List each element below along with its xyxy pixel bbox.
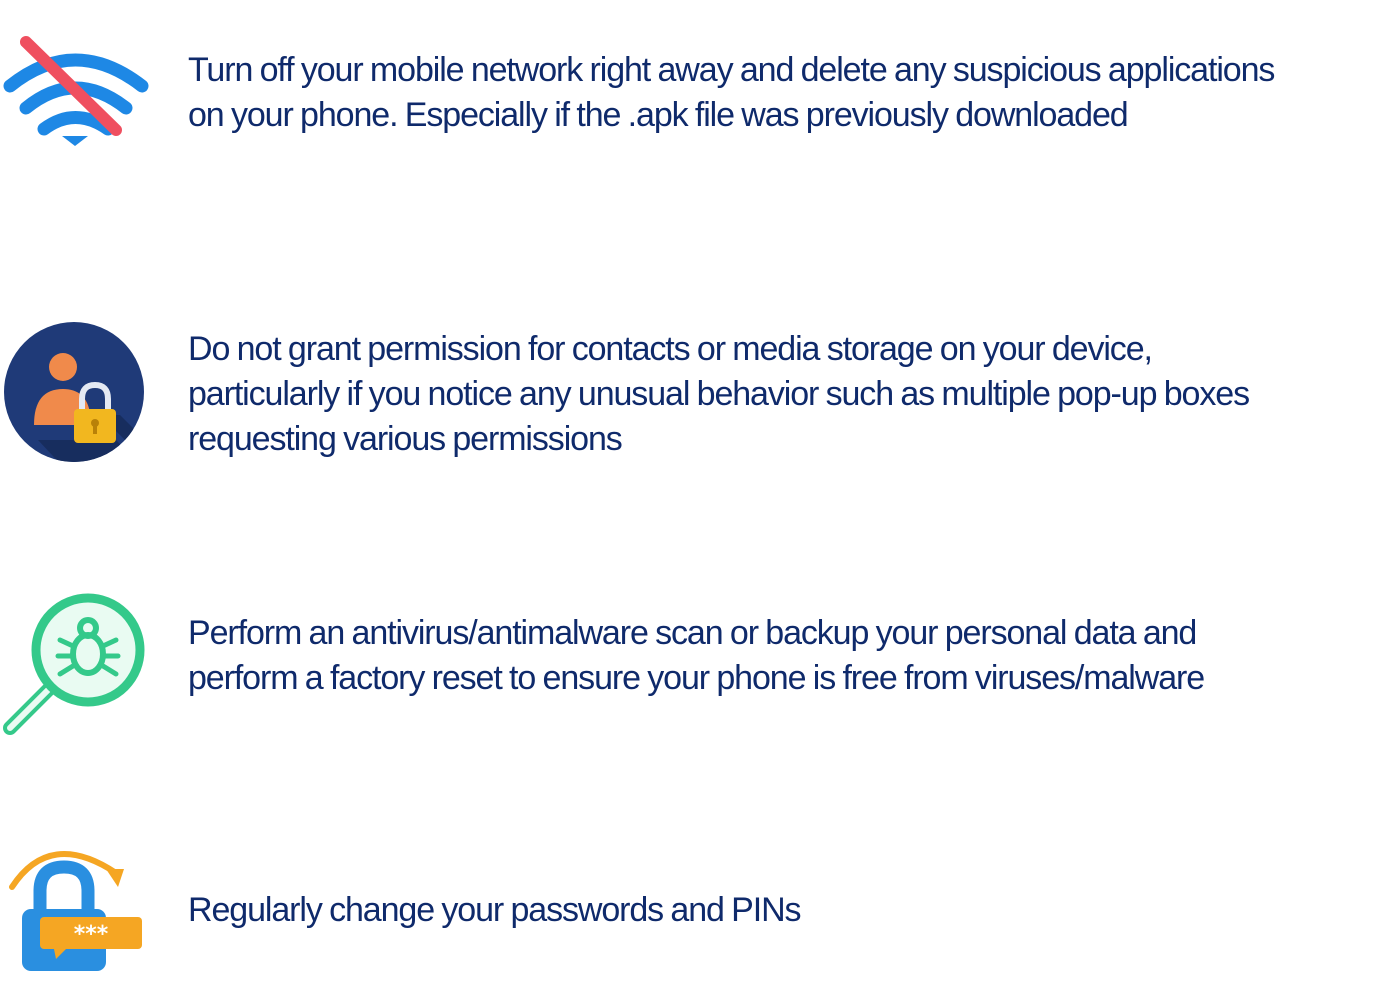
tip-line: Turn off your mobile network right away … — [188, 51, 1275, 89]
tip-text: Turn off your mobile network right away … — [188, 48, 1378, 138]
password-lock-icon: *** — [0, 835, 150, 985]
tip-line: Regularly change your passwords and PINs — [188, 891, 802, 929]
bug-scan-icon — [0, 590, 150, 740]
wifi-off-icon — [0, 30, 150, 180]
tip-line: perform a factory reset to ensure your p… — [188, 659, 1205, 697]
tip-line: Do not grant permission for contacts or … — [188, 330, 1153, 368]
tip-line: particularly if you notice any unusual b… — [188, 375, 1250, 413]
tip-line: requesting various permissions — [188, 420, 623, 458]
user-lock-icon — [0, 315, 150, 465]
tip-text: Do not grant permission for contacts or … — [188, 327, 1378, 462]
tip-line: Perform an antivirus/antimalware scan or… — [188, 614, 1197, 652]
tip-text: Regularly change your passwords and PINs — [188, 888, 1378, 933]
tip-line: on your phone. Especially if the .apk fi… — [188, 96, 1129, 134]
tip-text: Perform an antivirus/antimalware scan or… — [188, 611, 1378, 701]
password-mask-text: *** — [74, 922, 109, 947]
